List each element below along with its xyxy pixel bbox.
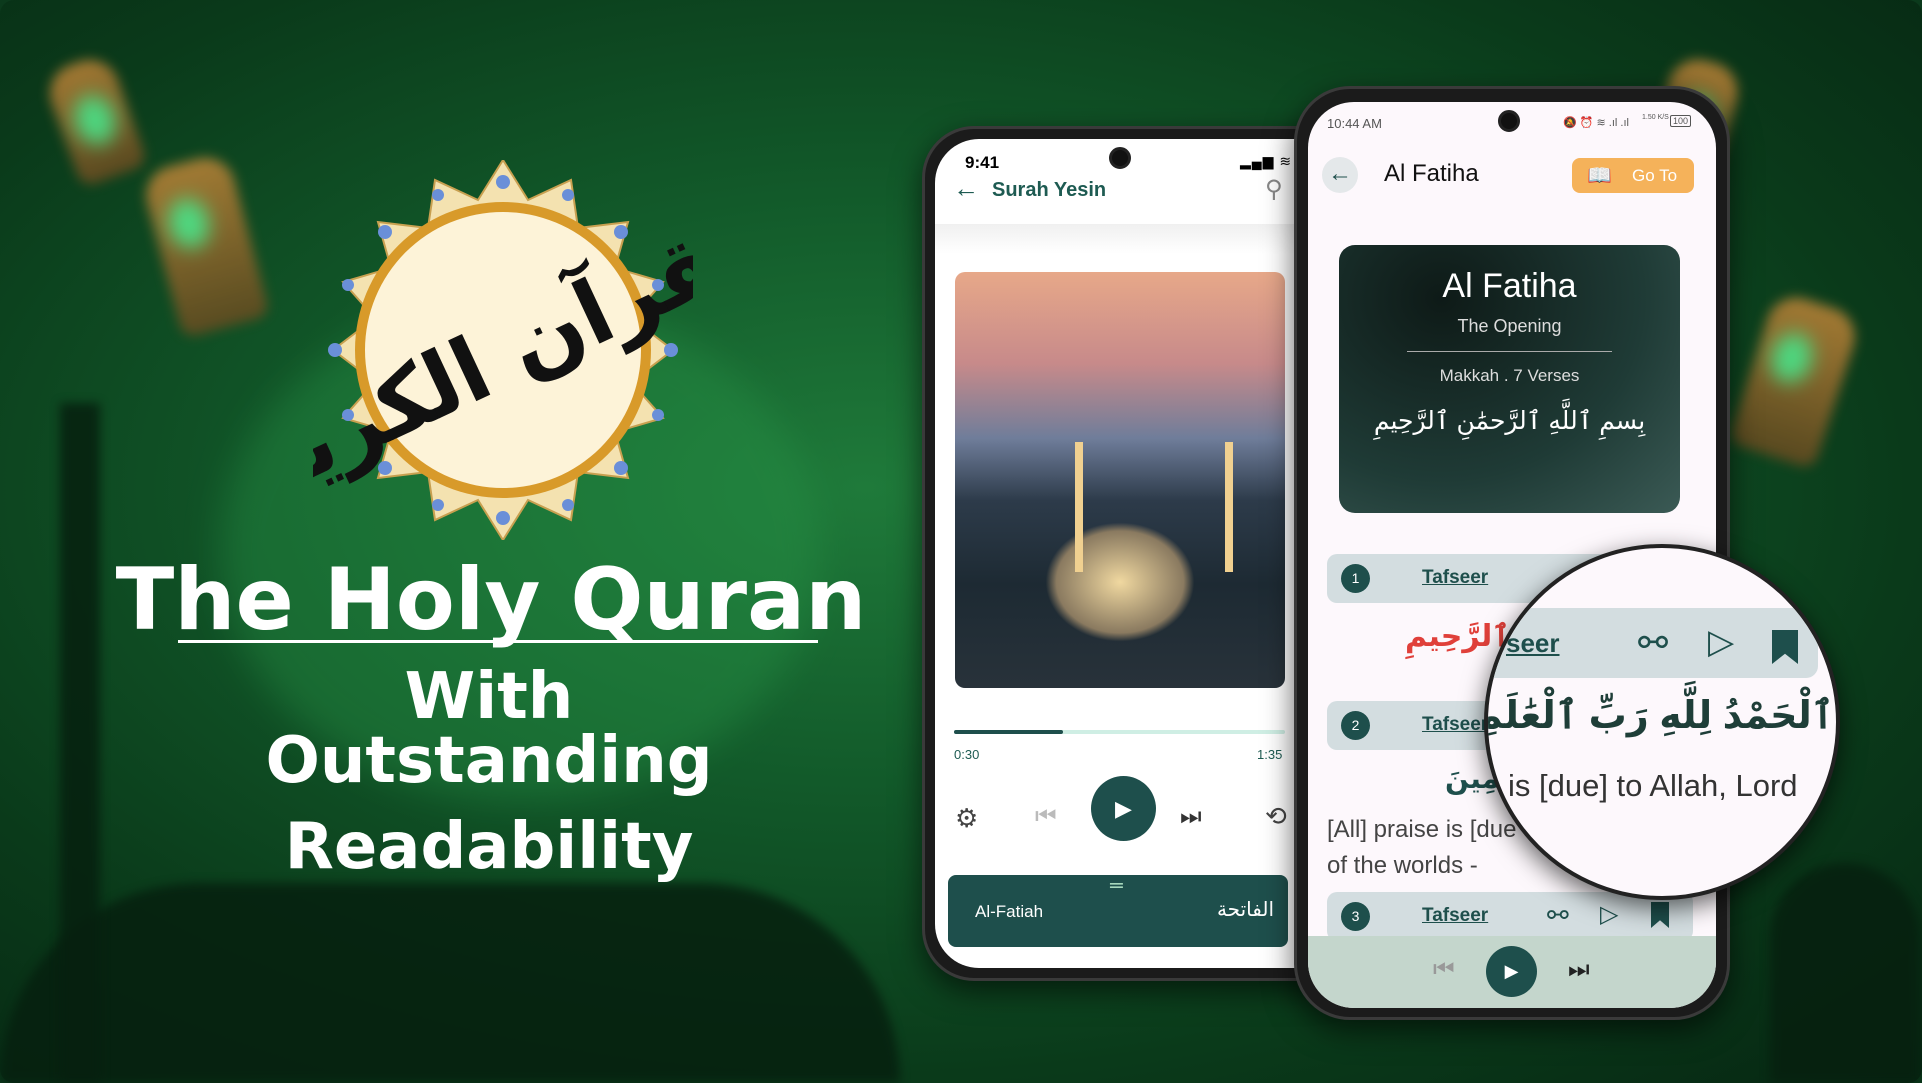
goto-label: Go To [1632, 166, 1678, 185]
verse-number: 1 [1341, 564, 1370, 593]
headline-line3: Readability [284, 810, 694, 884]
elapsed-time: 0:30 [954, 747, 980, 762]
header-shadow [935, 224, 1349, 254]
player-screen: 9:41 ▂▄▆ ≋ ▬ ← Surah Yesin ⚲ 0:30 1:35 ⚙… [935, 139, 1349, 968]
now-playing-english: Al-Fatiah [975, 902, 1044, 921]
status-time: 10:44 AM [1327, 116, 1382, 131]
tafseer-link[interactable]: Tafseer [1422, 905, 1488, 927]
now-playing-arabic: الفاتحة [1216, 899, 1274, 921]
magnified-tafseer[interactable]: seer [1506, 628, 1560, 659]
screen-title: Al Fatiha [1384, 160, 1479, 187]
magnified-translation: is [due] to Allah, Lord [1508, 768, 1798, 803]
previous-icon[interactable]: ⏮ [1433, 956, 1455, 984]
verse-row-3: 3 Tafseer ⚯ ▷ [1327, 892, 1693, 941]
verse-number: 2 [1341, 711, 1370, 740]
card-title: Al Fatiha [1442, 267, 1577, 305]
drag-handle-icon[interactable]: ═ [1110, 875, 1123, 896]
back-button[interactable]: ← [1322, 157, 1358, 193]
play-verse-icon[interactable]: ▷ [1708, 622, 1734, 662]
minaret [1075, 442, 1083, 572]
share-icon[interactable]: ⚯ [1547, 900, 1569, 931]
card-subtitle: The Opening [1457, 316, 1562, 336]
bismillah: بِسمِ ٱللَّهِ ٱلرَّحمَٰنِ ٱلرَّحِيمِ [1373, 407, 1646, 435]
minaret [1225, 442, 1233, 572]
headline-line1: With [404, 660, 574, 734]
battery: 100 [1670, 115, 1692, 127]
play-verse-icon[interactable]: ▷ [1600, 900, 1618, 929]
verse-number: 3 [1341, 902, 1370, 931]
mosque-image [955, 272, 1285, 688]
back-arrow-icon[interactable]: ← [953, 173, 979, 204]
search-icon[interactable]: ⚲ [1265, 175, 1283, 204]
screen-title: Surah Yesin [992, 179, 1107, 201]
quran-logo: القرآن الكريم [215, 158, 794, 542]
bookmark-icon[interactable] [1651, 902, 1669, 928]
play-icon: ▶ [1115, 796, 1132, 821]
tafseer-link[interactable]: Tafseer [1422, 567, 1488, 589]
verse-2-translation-2: of the worlds - [1327, 852, 1478, 879]
progress-track[interactable] [954, 730, 1285, 734]
card-divider [1407, 351, 1612, 352]
next-icon[interactable]: ⏭ [1568, 956, 1590, 984]
book-icon: 📖 [1587, 165, 1612, 187]
card-meta: Makkah . 7 Verses [1439, 366, 1580, 385]
share-icon[interactable]: ⚯ [1638, 622, 1668, 664]
play-button[interactable]: ▶ [1486, 946, 1537, 997]
magnifier-lens: seer ⚯ ▷ ٱلْحَمْدُ لِلَّهِ رَبِّ ٱلْعَٰل… [1484, 544, 1840, 900]
play-icon: ▶ [1504, 961, 1519, 981]
camera-notch [1498, 110, 1520, 132]
next-icon[interactable]: ⏭ [1180, 803, 1202, 831]
play-button[interactable]: ▶ [1091, 776, 1156, 841]
title-underline [178, 640, 818, 643]
now-playing-bar[interactable]: ═ Al-Fatiah الفاتحة [948, 875, 1288, 947]
surah-info-card: Al Fatiha The Opening Makkah . 7 Verses … [1339, 245, 1680, 513]
settings-icon[interactable]: ⚙ [955, 803, 978, 834]
magnified-arabic: ٱلْحَمْدُ لِلَّهِ رَبِّ ٱلْعَٰلَمِينَ [1488, 695, 1834, 737]
verse-2-translation-1: [All] praise is [due - [1327, 816, 1532, 843]
mosque-silhouette [1770, 863, 1920, 1083]
back-arrow-icon: ← [1328, 160, 1352, 187]
status-time: 9:41 [965, 153, 1000, 172]
headline-title: The Holy Quran [115, 550, 867, 650]
mosque-glow [1045, 522, 1195, 642]
mosque-silhouette [0, 883, 900, 1083]
tafseer-link[interactable]: Tafseer [1422, 714, 1488, 736]
progress-fill [954, 730, 1064, 734]
repeat-icon[interactable]: ⟲ [1265, 801, 1287, 832]
duration: 1:35 [1257, 747, 1283, 762]
net-speed: 1.50 K/S [1642, 114, 1669, 121]
camera-notch [1109, 147, 1131, 169]
audio-bar: ⏮ ▶ ⏭ [1308, 936, 1716, 1008]
headline-line2: Outstanding [265, 724, 713, 798]
previous-icon[interactable]: ⏮ [1035, 803, 1057, 831]
status-icons: 🔕 ⏰ ≋ .ıl .ıl [1563, 117, 1629, 129]
goto-button[interactable]: 📖 Go To [1572, 158, 1694, 193]
